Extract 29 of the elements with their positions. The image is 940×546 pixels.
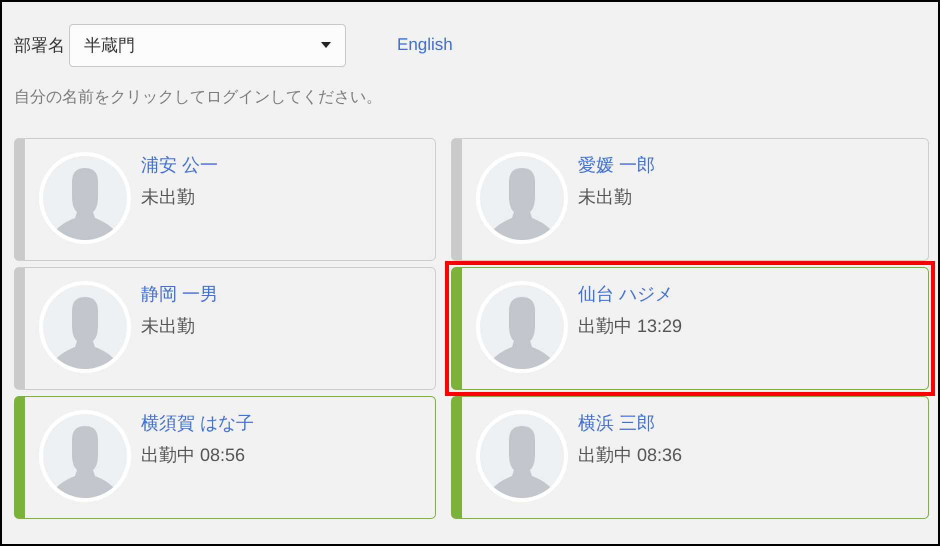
avatar-icon xyxy=(39,152,131,244)
department-label: 部署名 xyxy=(14,34,65,56)
instruction-text: 自分の名前をクリックしてログインしてください。 xyxy=(14,88,383,108)
avatar-icon xyxy=(39,410,131,502)
employee-name-link[interactable]: 横浜 三郎 xyxy=(578,411,682,435)
attendance-status: 未出勤 xyxy=(141,315,196,338)
employee-card[interactable]: 横須賀 はな子 出勤中 08:56 xyxy=(14,396,436,519)
attendance-status: 出勤中 08:56 xyxy=(141,444,246,467)
employee-name-link[interactable]: 横須賀 はな子 xyxy=(141,411,254,435)
caret-icon xyxy=(321,42,331,48)
employee-card[interactable]: 横浜 三郎 出勤中 08:36 xyxy=(451,396,929,519)
employee-card[interactable]: 仙台 ハジメ 出勤中 13:29 xyxy=(451,267,929,390)
attendance-status: 出勤中 13:29 xyxy=(578,315,682,338)
attendance-status: 出勤中 08:36 xyxy=(578,444,682,467)
employee-card[interactable]: 浦安 公一 未出勤 xyxy=(14,138,436,261)
avatar-icon xyxy=(476,152,568,244)
language-link[interactable]: English xyxy=(397,35,453,55)
avatar-icon xyxy=(39,281,131,373)
employee-name-link[interactable]: 静岡 一男 xyxy=(141,282,218,306)
employee-name-link[interactable]: 仙台 ハジメ xyxy=(578,282,682,306)
attendance-status: 未出勤 xyxy=(141,186,196,209)
avatar-icon xyxy=(476,281,568,373)
employee-card[interactable]: 静岡 一男 未出勤 xyxy=(14,267,436,390)
avatar-icon xyxy=(476,410,568,502)
department-dropdown[interactable]: 半蔵門 xyxy=(69,24,346,66)
employee-card[interactable]: 愛媛 一郎 未出勤 xyxy=(451,138,929,261)
attendance-status: 未出勤 xyxy=(578,186,633,209)
employee-name-link[interactable]: 愛媛 一郎 xyxy=(578,153,656,177)
employee-name-link[interactable]: 浦安 公一 xyxy=(141,153,218,177)
